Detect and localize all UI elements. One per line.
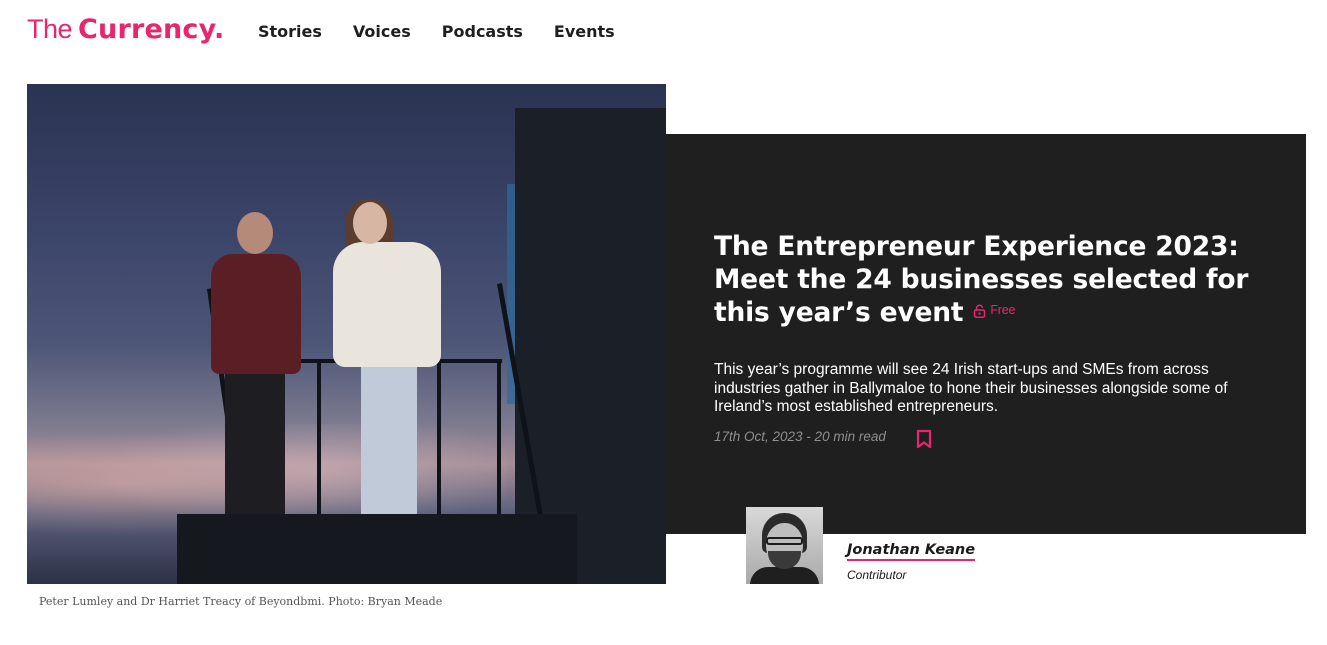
article-meta: 17th Oct, 2023 - 20 min read — [714, 429, 886, 444]
article-headline[interactable]: The Entrepreneur Experience 2023: Meet t… — [714, 230, 1254, 330]
nav-item-podcasts[interactable]: Podcasts — [442, 22, 523, 41]
person-woman — [333, 242, 441, 367]
hero-image — [27, 84, 666, 584]
person-woman — [353, 202, 387, 244]
free-badge-label: Free — [990, 303, 1016, 317]
person-woman — [361, 359, 417, 519]
article-standfirst: This year’s programme will see 24 Irish … — [714, 361, 1228, 415]
railing-post — [497, 359, 501, 519]
author-name-link[interactable]: Jonathan Keane — [847, 542, 976, 561]
bookmark-icon[interactable] — [915, 429, 933, 449]
nav-item-voices[interactable]: Voices — [353, 22, 411, 41]
avatar-glasses — [766, 537, 803, 545]
main-nav: Stories Voices Podcasts Events — [258, 22, 646, 41]
nav-item-stories[interactable]: Stories — [258, 22, 322, 41]
person-man — [237, 212, 273, 254]
logo-name: Currency. — [78, 14, 225, 45]
author-avatar[interactable] — [746, 507, 823, 584]
unlock-icon — [974, 304, 986, 318]
person-man — [225, 370, 285, 520]
nav-item-events[interactable]: Events — [554, 22, 615, 41]
free-badge: Free — [973, 294, 1015, 327]
platform — [177, 514, 577, 584]
railing-post — [437, 359, 441, 519]
author-role: Contributor — [847, 568, 907, 582]
person-man — [211, 254, 301, 374]
railing-post — [317, 359, 321, 519]
avatar-shirt — [750, 567, 819, 584]
site-logo[interactable]: The Currency. — [27, 14, 224, 50]
article-panel — [666, 134, 1306, 534]
site-header: The Currency. Stories Voices Podcasts Ev… — [0, 0, 1327, 66]
image-caption: Peter Lumley and Dr Harriet Treacy of Be… — [39, 595, 443, 608]
logo-prefix: The — [27, 14, 73, 44]
